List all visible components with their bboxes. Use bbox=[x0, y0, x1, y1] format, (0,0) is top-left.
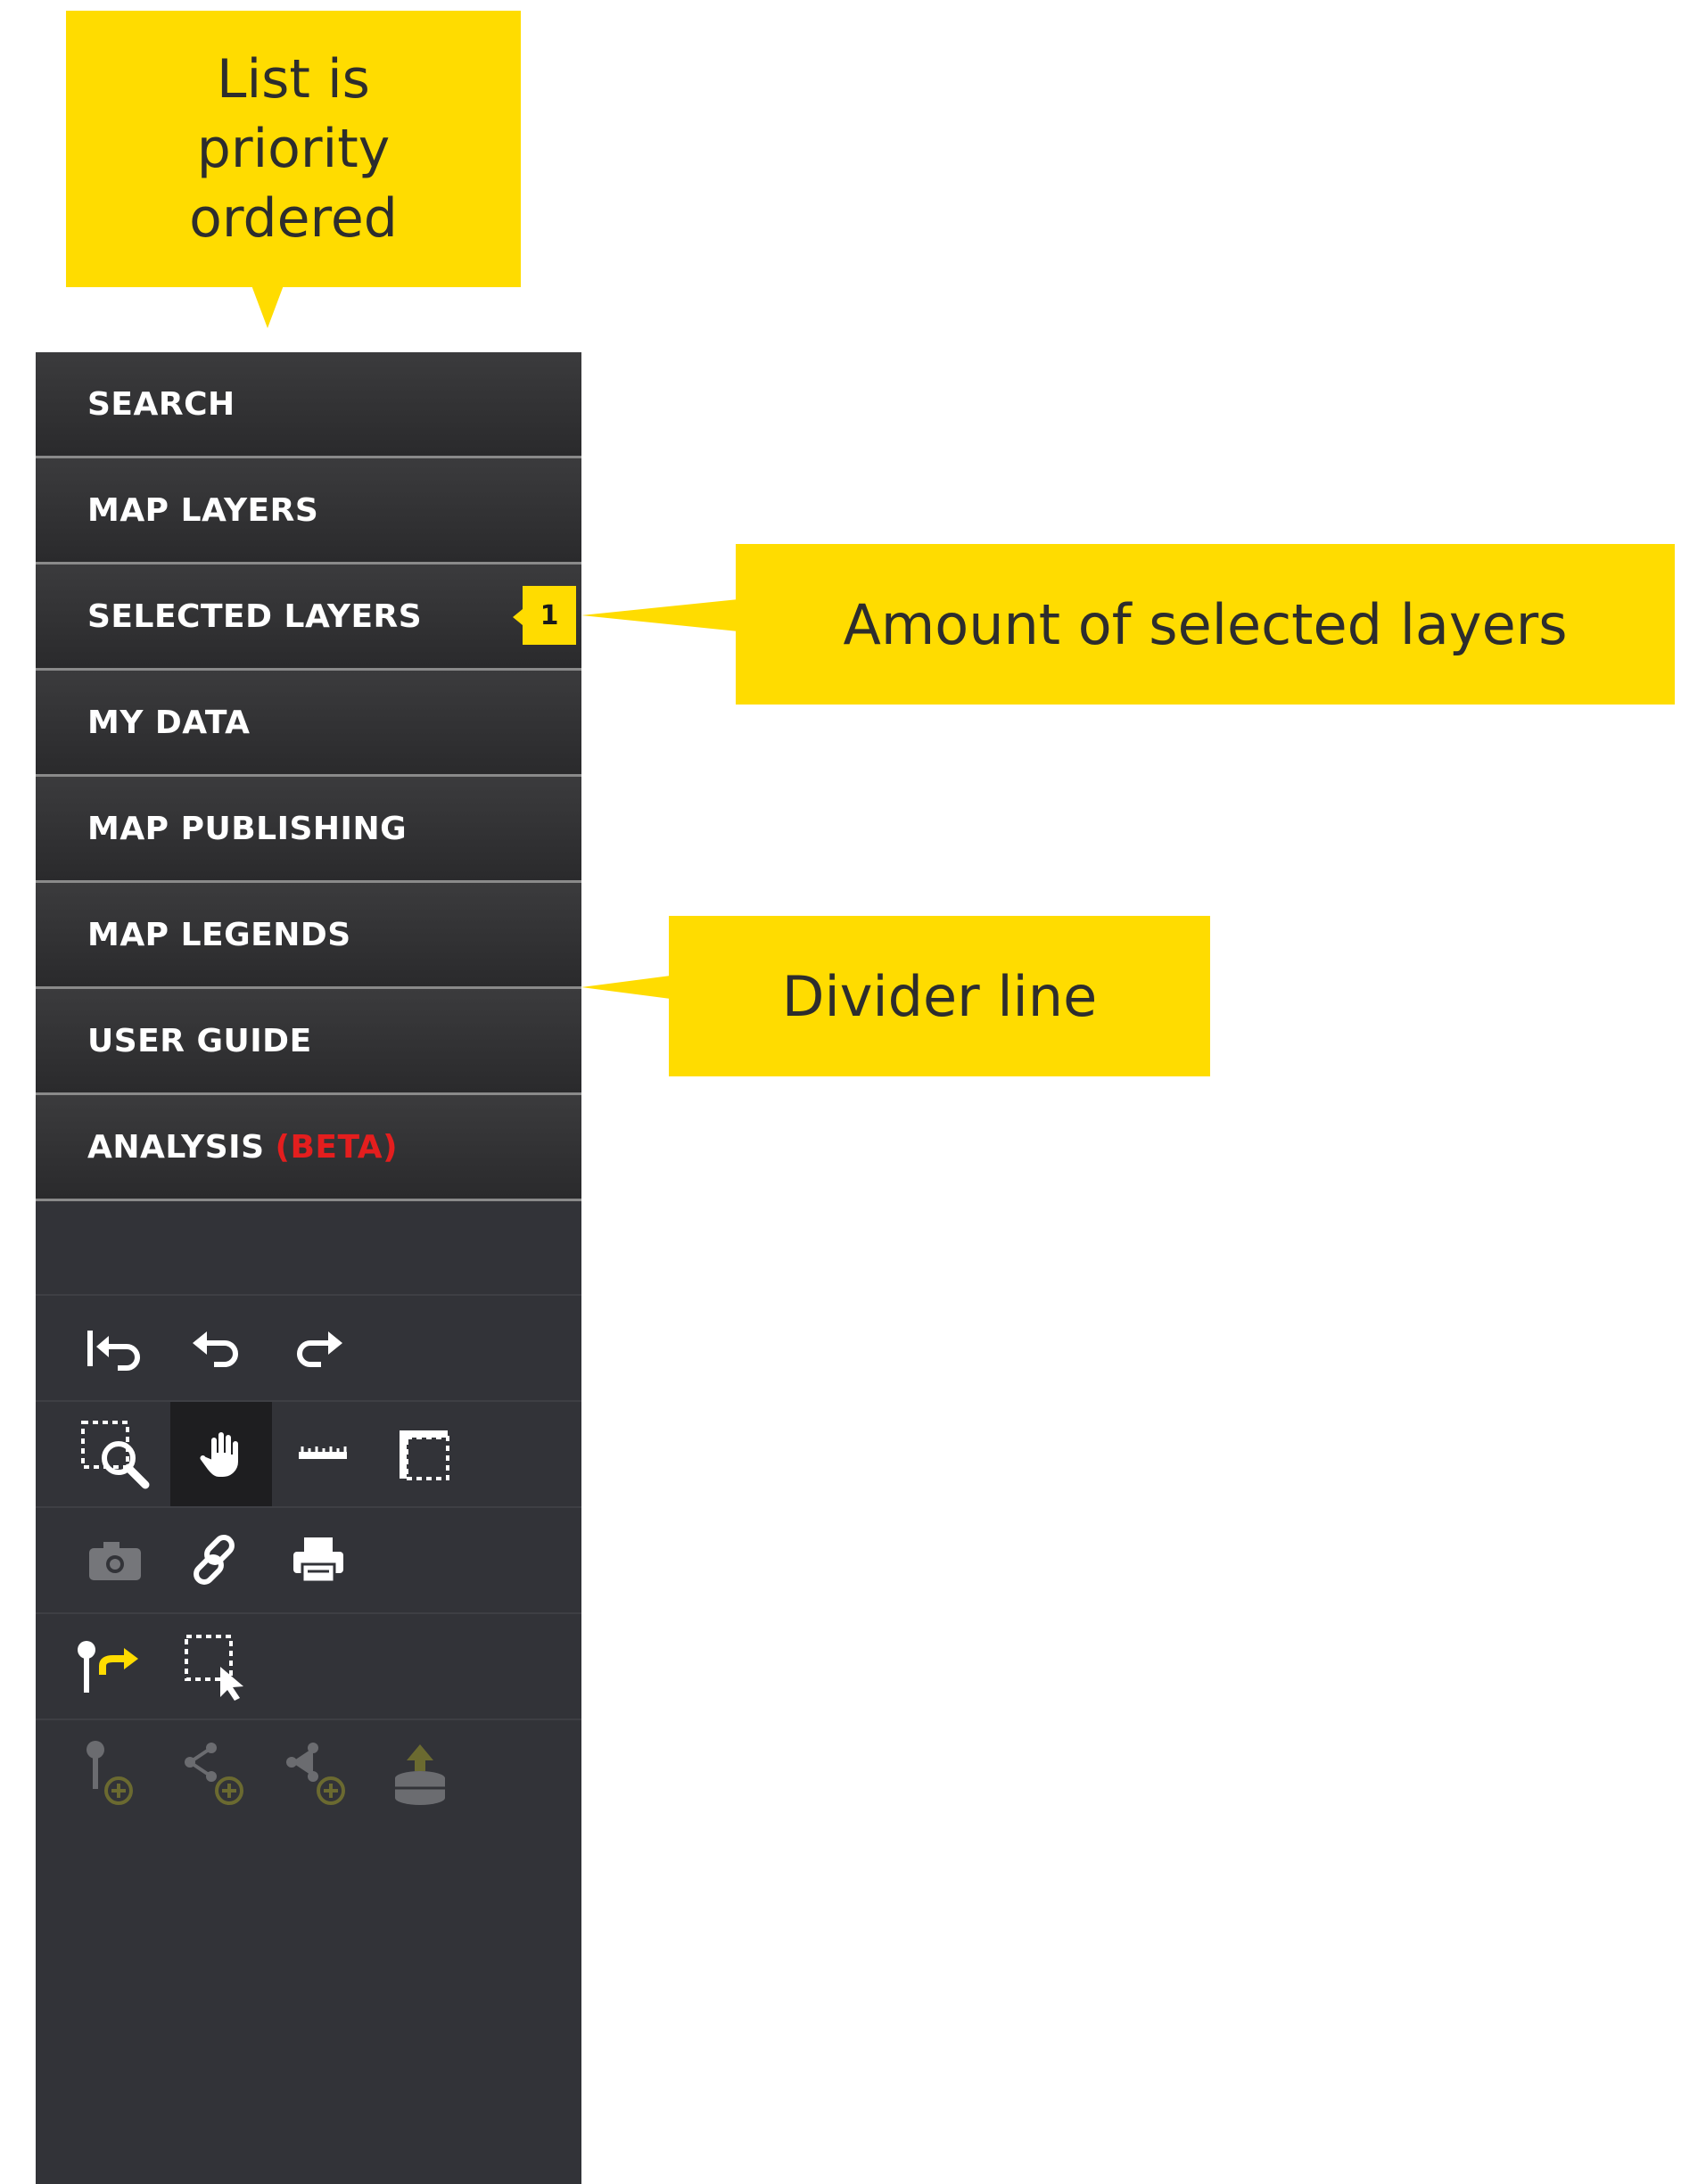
menu-item-map-publishing[interactable]: MAP PUBLISHING bbox=[36, 777, 581, 883]
menu-item-label: MAP LAYERS bbox=[87, 491, 319, 529]
tool-row-edit bbox=[36, 1720, 581, 1825]
link-icon[interactable] bbox=[166, 1508, 268, 1612]
pan-hand-icon[interactable] bbox=[170, 1402, 272, 1506]
print-icon[interactable] bbox=[268, 1508, 369, 1612]
add-line-icon[interactable] bbox=[166, 1720, 268, 1825]
undo-icon[interactable] bbox=[166, 1296, 268, 1400]
redo-icon[interactable] bbox=[268, 1296, 369, 1400]
add-polygon-icon[interactable] bbox=[268, 1720, 369, 1825]
menu-item-selected-layers[interactable]: SELECTED LAYERS 1 bbox=[36, 565, 581, 671]
selected-layers-count-badge: 1 bbox=[523, 586, 576, 645]
menu-item-label: MY DATA bbox=[87, 704, 251, 741]
menu-item-label: ANALYSIS (BETA) bbox=[87, 1129, 398, 1166]
menu-item-label: MAP LEGENDS bbox=[87, 916, 351, 953]
upload-data-icon[interactable] bbox=[369, 1720, 471, 1825]
annotation-priority-callout: List is priority ordered bbox=[66, 11, 521, 287]
point-coordinates-icon[interactable] bbox=[64, 1614, 166, 1718]
annotation-priority-pointer bbox=[251, 285, 284, 328]
menu-item-analysis[interactable]: ANALYSIS (BETA) bbox=[36, 1095, 581, 1201]
annotation-divider-pointer bbox=[581, 976, 671, 999]
menu-item-label: SEARCH bbox=[87, 385, 235, 423]
badge-tip bbox=[513, 609, 523, 625]
analysis-label: ANALYSIS bbox=[87, 1128, 265, 1166]
tool-row-output bbox=[36, 1508, 581, 1614]
reset-view-icon[interactable] bbox=[64, 1296, 166, 1400]
annotation-divider-callout: Divider line bbox=[669, 916, 1210, 1076]
tool-row-history bbox=[36, 1296, 581, 1402]
menu-item-map-legends[interactable]: MAP LEGENDS bbox=[36, 883, 581, 989]
menu-item-my-data[interactable]: MY DATA bbox=[36, 671, 581, 777]
measure-line-icon[interactable] bbox=[272, 1402, 374, 1506]
measure-area-icon[interactable] bbox=[373, 1402, 474, 1506]
annotation-amount-callout: Amount of selected layers bbox=[736, 544, 1675, 705]
annotation-amount-pointer bbox=[581, 599, 738, 631]
menu-item-label: MAP PUBLISHING bbox=[87, 810, 408, 847]
menu-item-user-guide[interactable]: USER GUIDE bbox=[36, 989, 581, 1095]
annotation-amount-text: Amount of selected layers bbox=[843, 591, 1568, 657]
menu-item-label: SELECTED LAYERS bbox=[87, 598, 423, 635]
camera-icon[interactable] bbox=[64, 1508, 166, 1612]
toolbar-spacer bbox=[36, 1201, 581, 1296]
select-area-icon[interactable] bbox=[166, 1614, 268, 1718]
tool-row-navigation bbox=[36, 1402, 581, 1508]
beta-tag: (BETA) bbox=[275, 1128, 399, 1166]
menu-item-search[interactable]: SEARCH bbox=[36, 352, 581, 458]
annotation-divider-text: Divider line bbox=[781, 963, 1098, 1029]
annotation-priority-text: List is priority ordered bbox=[189, 48, 398, 250]
zoom-box-icon[interactable] bbox=[64, 1402, 166, 1506]
menu-item-label: USER GUIDE bbox=[87, 1022, 312, 1059]
menu-item-map-layers[interactable]: MAP LAYERS bbox=[36, 458, 581, 565]
tool-row-select bbox=[36, 1614, 581, 1720]
sidebar: SEARCH MAP LAYERS SELECTED LAYERS 1 MY D… bbox=[36, 352, 581, 2184]
add-point-icon[interactable] bbox=[64, 1720, 166, 1825]
